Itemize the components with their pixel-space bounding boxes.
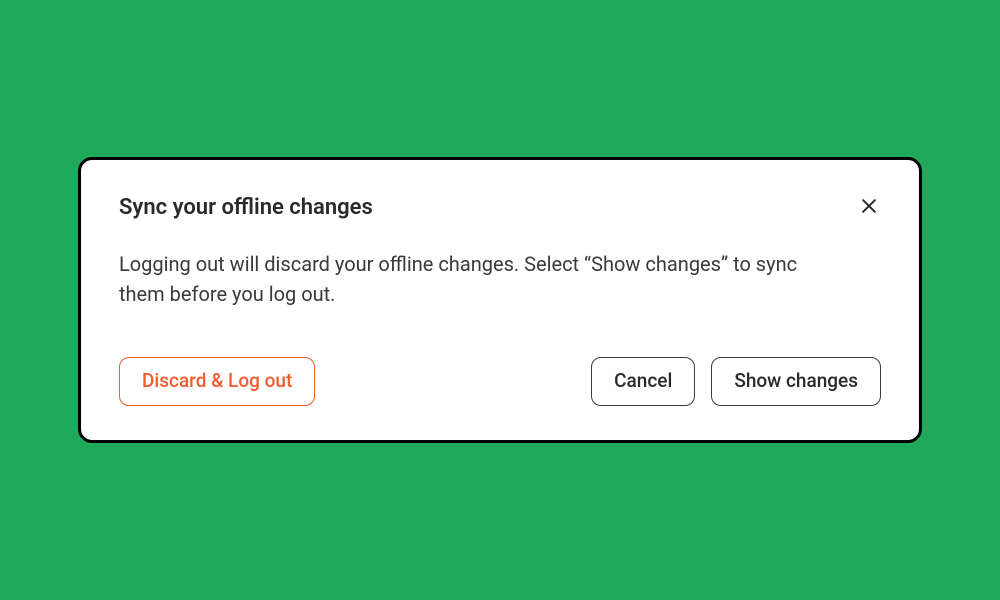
sync-changes-dialog: Sync your offline changes Logging out wi… [78,157,922,442]
close-icon [859,196,879,219]
close-button[interactable] [857,194,881,221]
footer-right-group: Cancel Show changes [591,357,881,406]
show-changes-button[interactable]: Show changes [711,357,881,406]
discard-logout-button[interactable]: Discard & Log out [119,357,315,406]
cancel-button[interactable]: Cancel [591,357,695,406]
dialog-header: Sync your offline changes [119,194,881,223]
dialog-footer: Discard & Log out Cancel Show changes [119,357,881,406]
dialog-title: Sync your offline changes [119,194,373,223]
dialog-body-text: Logging out will discard your offline ch… [119,249,839,309]
